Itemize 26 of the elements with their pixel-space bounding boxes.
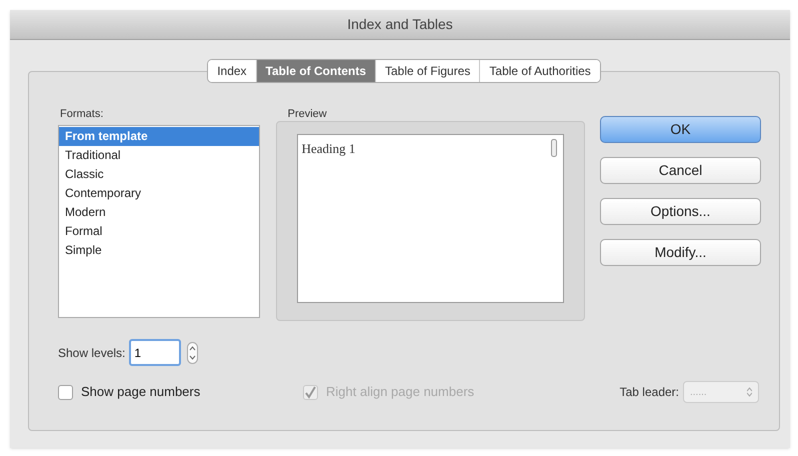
formats-label: Formats: bbox=[60, 107, 104, 121]
format-item[interactable]: Contemporary bbox=[59, 184, 259, 203]
format-item[interactable]: Simple bbox=[59, 241, 259, 260]
format-item[interactable]: Classic bbox=[59, 165, 259, 184]
stepper-icon[interactable] bbox=[187, 342, 198, 364]
checkbox-label: Show page numbers bbox=[81, 383, 200, 402]
tab[interactable]: Table of Authorities bbox=[479, 60, 600, 82]
show-levels-label: Show levels: bbox=[58, 344, 126, 362]
updown-icon bbox=[747, 387, 752, 397]
tab-leader-label: Tab leader: bbox=[620, 384, 679, 401]
dialog-button[interactable]: Options... bbox=[600, 198, 761, 225]
dialog-button[interactable]: Cancel bbox=[600, 157, 761, 184]
format-item[interactable]: Formal bbox=[59, 222, 259, 241]
tab[interactable]: Table of Contents bbox=[256, 60, 375, 82]
show-levels-field[interactable]: 1 bbox=[129, 339, 182, 366]
checkbox-label: Right align page numbers bbox=[326, 383, 474, 402]
dialog-button[interactable]: Modify... bbox=[600, 239, 761, 266]
format-item[interactable]: From template bbox=[59, 127, 259, 146]
preview-heading: Heading 1 bbox=[302, 140, 356, 158]
window-title: Index and Tables bbox=[347, 15, 453, 34]
preview-label: Preview bbox=[288, 107, 328, 121]
checkbox[interactable] bbox=[58, 384, 73, 400]
scroll-bar-icon bbox=[550, 139, 557, 157]
format-item[interactable]: Traditional bbox=[59, 146, 259, 165]
format-item[interactable]: Modern bbox=[59, 203, 259, 222]
ok-button[interactable]: OK bbox=[600, 116, 761, 143]
